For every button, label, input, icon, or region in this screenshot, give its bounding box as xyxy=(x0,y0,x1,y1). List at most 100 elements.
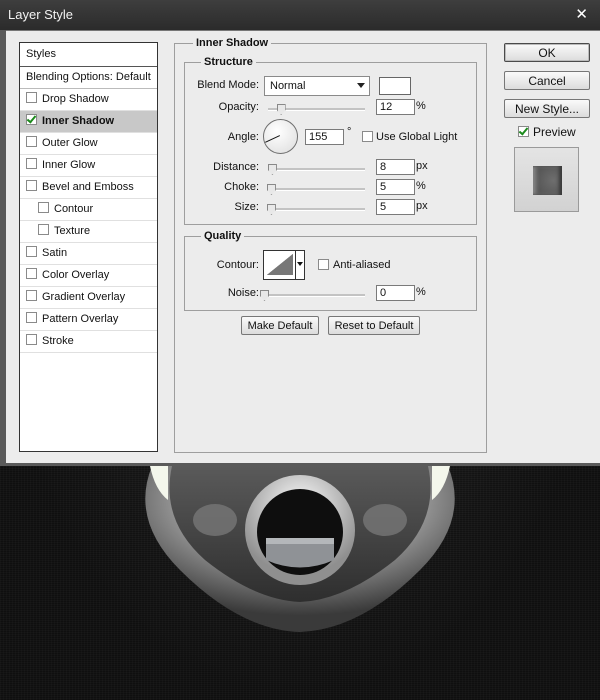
blend-mode-label: Blend Mode: xyxy=(197,79,259,91)
distance-unit: px xyxy=(416,160,428,172)
reset-to-default-button[interactable]: Reset to Default xyxy=(328,316,420,335)
style-checkbox[interactable] xyxy=(26,312,37,323)
style-checkbox[interactable] xyxy=(38,224,49,235)
style-checkbox[interactable] xyxy=(26,136,37,147)
size-label: Size: xyxy=(234,201,259,213)
style-item-gradient-overlay[interactable]: Gradient Overlay xyxy=(20,287,157,309)
style-item-texture[interactable]: Texture xyxy=(20,221,157,243)
style-item-label: Satin xyxy=(42,247,68,259)
style-item-label: Drop Shadow xyxy=(42,93,109,105)
size-slider[interactable] xyxy=(266,204,365,215)
style-item-label: Color Overlay xyxy=(42,269,110,281)
style-item-satin[interactable]: Satin xyxy=(20,243,157,265)
preview-swatch xyxy=(533,166,562,195)
quality-group: Quality Contour: Anti-aliased Noise: 0 % xyxy=(184,230,477,311)
choke-slider-thumb[interactable] xyxy=(266,184,276,195)
blend-color-swatch[interactable] xyxy=(379,77,411,95)
dialog-title: Layer Style xyxy=(8,7,74,22)
structure-title: Structure xyxy=(201,56,256,68)
opacity-label: Opacity: xyxy=(218,101,259,113)
style-checkbox[interactable] xyxy=(26,180,37,191)
style-checkbox[interactable] xyxy=(26,334,37,345)
distance-input[interactable]: 8 xyxy=(376,159,415,175)
distance-slider[interactable] xyxy=(267,164,365,175)
blending-options-label: Blending Options: Default xyxy=(26,71,151,83)
style-item-label: Texture xyxy=(54,225,91,237)
choke-slider[interactable] xyxy=(266,184,365,195)
style-item-stroke[interactable]: Stroke xyxy=(20,331,157,353)
contour-label: Contour: xyxy=(216,259,259,271)
dialog-body: Styles Blending Options: Default Drop Sh… xyxy=(6,30,600,463)
dialog-titlebar[interactable]: Layer Style ✕ xyxy=(0,0,600,30)
choke-label: Choke: xyxy=(224,181,259,193)
angle-input[interactable]: 155 xyxy=(305,129,344,145)
size-unit: px xyxy=(416,200,428,212)
new-style-button[interactable]: New Style... xyxy=(504,99,590,118)
distance-slider-thumb[interactable] xyxy=(267,164,277,175)
style-checkbox[interactable] xyxy=(26,268,37,279)
chevron-down-icon xyxy=(357,83,365,88)
styles-list: Styles Blending Options: Default Drop Sh… xyxy=(19,42,158,452)
choke-unit: % xyxy=(416,180,426,192)
angle-dial[interactable] xyxy=(263,119,298,154)
anti-aliased-checkbox[interactable] xyxy=(318,259,329,270)
opacity-input[interactable]: 12 xyxy=(376,99,415,115)
choke-input[interactable]: 5 xyxy=(376,179,415,195)
preview-checkbox[interactable] xyxy=(518,126,529,137)
quality-title: Quality xyxy=(201,230,245,242)
opacity-unit: % xyxy=(416,100,426,112)
use-global-light-label[interactable]: Use Global Light xyxy=(376,131,457,143)
anti-aliased-label[interactable]: Anti-aliased xyxy=(333,259,390,271)
noise-unit: % xyxy=(416,286,426,298)
preview-label[interactable]: Preview xyxy=(533,125,576,139)
style-item-color-overlay[interactable]: Color Overlay xyxy=(20,265,157,287)
noise-slider[interactable] xyxy=(260,290,365,301)
style-item-contour[interactable]: Contour xyxy=(20,199,157,221)
opacity-slider-thumb[interactable] xyxy=(276,104,286,115)
style-item-label: Stroke xyxy=(42,335,74,347)
chevron-down-icon[interactable] xyxy=(297,262,303,266)
cancel-button[interactable]: Cancel xyxy=(504,71,590,90)
style-item-drop-shadow[interactable]: Drop Shadow xyxy=(20,89,157,111)
style-item-label: Inner Glow xyxy=(42,159,96,171)
ok-button[interactable]: OK xyxy=(504,43,590,62)
style-checkbox[interactable] xyxy=(26,290,37,301)
make-default-button[interactable]: Make Default xyxy=(241,316,319,335)
noise-label: Noise: xyxy=(227,287,259,299)
style-item-inner-glow[interactable]: Inner Glow xyxy=(20,155,157,177)
style-item-label: Pattern Overlay xyxy=(42,313,119,325)
angle-label: Angle: xyxy=(227,131,259,143)
blending-options-item[interactable]: Blending Options: Default xyxy=(20,67,157,89)
style-checkbox[interactable] xyxy=(26,246,37,257)
style-checkbox[interactable] xyxy=(26,158,37,169)
opacity-slider[interactable] xyxy=(268,104,365,115)
style-item-outer-glow[interactable]: Outer Glow xyxy=(20,133,157,155)
style-checkbox[interactable] xyxy=(38,202,49,213)
styles-header[interactable]: Styles xyxy=(20,43,157,67)
style-item-bevel-and-emboss[interactable]: Bevel and Emboss xyxy=(20,177,157,199)
styles-header-label: Styles xyxy=(26,48,56,60)
use-global-light-checkbox[interactable] xyxy=(362,131,373,142)
inner-shadow-panel: Inner Shadow Structure Blend Mode: Norma… xyxy=(174,37,487,453)
panel-title: Inner Shadow xyxy=(193,37,272,49)
style-checkbox[interactable] xyxy=(26,92,37,103)
angle-dial-needle xyxy=(265,135,280,143)
structure-group: Structure Blend Mode: Normal Opacity: 12… xyxy=(184,56,477,225)
contour-curve-icon xyxy=(267,254,293,275)
style-item-inner-shadow[interactable]: Inner Shadow xyxy=(20,111,157,133)
size-slider-thumb[interactable] xyxy=(266,204,276,215)
angle-unit: ° xyxy=(347,126,352,138)
style-item-label: Inner Shadow xyxy=(42,115,115,127)
blend-mode-select[interactable]: Normal xyxy=(264,76,370,96)
distance-label: Distance: xyxy=(213,161,259,173)
contour-picker[interactable] xyxy=(263,250,305,280)
noise-input[interactable]: 0 xyxy=(376,285,415,301)
noise-slider-thumb[interactable] xyxy=(260,290,269,301)
style-item-pattern-overlay[interactable]: Pattern Overlay xyxy=(20,309,157,331)
preview-thumbnail xyxy=(514,147,579,212)
size-input[interactable]: 5 xyxy=(376,199,415,215)
style-checkbox[interactable] xyxy=(26,114,37,125)
close-icon[interactable]: ✕ xyxy=(575,5,588,23)
style-item-label: Outer Glow xyxy=(42,137,98,149)
blend-mode-value: Normal xyxy=(270,80,306,92)
